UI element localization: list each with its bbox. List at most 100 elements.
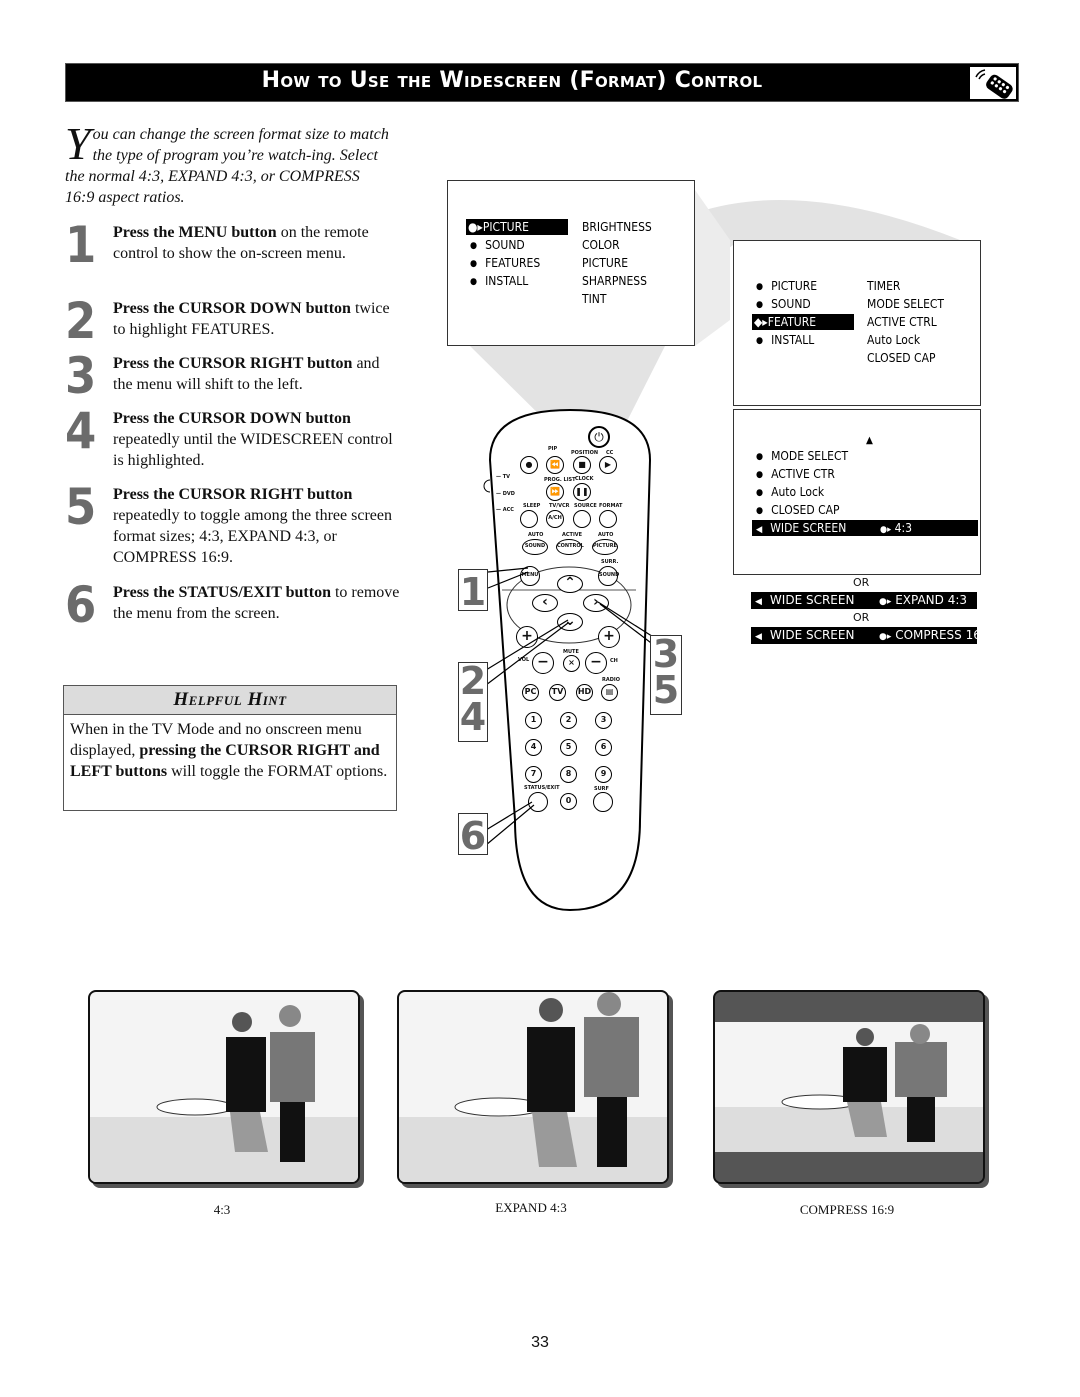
chevron-down-icon: ⌄ [564, 613, 576, 629]
widescreen-option-compress[interactable]: ◀ WIDE SCREEN ●▸ COMPRESS 16:9 [751, 627, 993, 644]
active-control-button[interactable]: CONTROL [556, 539, 584, 555]
pc-button[interactable]: PC [522, 684, 539, 701]
helpful-hint-box: Helpful Hint When in the TV Mode and no … [63, 685, 397, 811]
menu1-item[interactable]: INSTALL [470, 273, 528, 289]
menu2-item-highlighted[interactable]: ◆▸FEATURE [752, 314, 854, 330]
auto-picture-label: AUTO [598, 532, 614, 538]
record-button[interactable]: ● [520, 456, 538, 474]
fast-forward-button[interactable]: ⏩ [546, 483, 564, 501]
menu3-item[interactable]: CLOSED CAP [756, 502, 839, 518]
widescreen-label: WIDE SCREEN [770, 521, 847, 535]
cursor-up-button[interactable]: ⌃ [557, 575, 583, 593]
dvd-text: DVD [502, 491, 515, 497]
menu1-sub-item: PICTURE [582, 256, 629, 270]
surf-button[interactable] [593, 792, 613, 812]
menu3-widescreen-row[interactable]: ◀ WIDE SCREEN ●▸ 4:3 [752, 520, 978, 536]
rewind-button[interactable]: ⏪ [546, 456, 564, 474]
page-title: How to Use the Widescreen (Format) Contr… [261, 68, 763, 93]
tv-button[interactable]: TV [549, 684, 566, 701]
step-6: 6 Press the STATUS/EXIT button to remove… [65, 579, 400, 631]
play-button[interactable]: ▶ [599, 456, 617, 474]
volume-down-button[interactable]: − [532, 652, 554, 674]
ach-button[interactable]: A/CH [546, 510, 564, 528]
digit-1-button[interactable]: 1 [525, 712, 542, 729]
option-value: ●▸ COMPRESS 16:9 [879, 627, 993, 646]
menu-button[interactable]: MENU [520, 566, 540, 586]
digit-4-button[interactable]: 4 [525, 739, 542, 756]
step-number: 6 [65, 576, 97, 634]
fast-forward-icon: ⏩ [550, 487, 560, 496]
menu2-item[interactable]: INSTALL [756, 332, 814, 348]
digit-2-button[interactable]: 2 [560, 712, 577, 729]
active-control-label: ACTIVE [562, 532, 583, 538]
source-button[interactable] [573, 510, 591, 528]
step-bold: Press the CURSOR RIGHT button [113, 355, 353, 372]
menu3-item[interactable]: ACTIVE CTR [756, 466, 835, 482]
digit-6-button[interactable]: 6 [595, 739, 612, 756]
menu2-item[interactable]: PICTURE [756, 278, 817, 294]
status-exit-label: STATUS/EXIT [524, 785, 560, 791]
screen-image-expand-4-3 [397, 990, 669, 1184]
hd-button[interactable]: HD [576, 684, 593, 701]
callout-step-1: 1 [458, 569, 488, 614]
status-exit-button[interactable] [528, 792, 548, 812]
chevron-up-icon: ⌃ [564, 575, 576, 591]
cursor-right-button[interactable]: › [583, 594, 609, 612]
mute-button[interactable]: × [563, 655, 580, 672]
widescreen-label: WIDE SCREEN [769, 593, 855, 607]
auto-sound-button[interactable]: SOUND [522, 539, 548, 555]
volume-up-button[interactable]: + [516, 626, 538, 648]
menu3-item[interactable]: Auto Lock [756, 484, 824, 500]
menu1-item-highlighted[interactable]: ●▸PICTURE [466, 219, 568, 235]
digit-9-button[interactable]: 9 [595, 766, 612, 783]
menu2-item[interactable]: SOUND [756, 296, 811, 312]
plus-icon: + [521, 628, 533, 644]
widescreen-label: WIDE SCREEN [769, 628, 855, 642]
hint-body: When in the TV Mode and no onscreen menu… [64, 715, 396, 786]
surround-sound-button[interactable]: SOUND [598, 566, 619, 586]
digit-8-button[interactable]: 8 [560, 766, 577, 783]
radio-button[interactable]: ▤ [601, 684, 618, 701]
menu2-sub-item: MODE SELECT [867, 297, 945, 311]
callout-step-6: 6 [458, 813, 488, 858]
power-button[interactable]: ⏻ [588, 426, 610, 448]
step-bold: Press the CURSOR RIGHT button [113, 486, 353, 503]
digit-7-button[interactable]: 7 [525, 766, 542, 783]
tvvcr-label: TV/VCR [549, 503, 570, 509]
cursor-left-button[interactable]: ‹ [532, 594, 558, 612]
channel-up-button[interactable]: + [598, 626, 620, 648]
left-arrow-icon: ◀ [755, 597, 762, 607]
auto-picture-button[interactable]: PICTURE [592, 539, 618, 555]
page-header-bar: How to Use the Widescreen (Format) Contr… [65, 63, 1019, 102]
stop-button[interactable]: ■ [573, 456, 591, 474]
rewind-icon: ⏪ [550, 460, 560, 469]
osd-menu-widescreen: ▲ MODE SELECT ACTIVE CTR Auto Lock CLOSE… [733, 409, 981, 575]
radio-icon: ▤ [605, 687, 614, 696]
menu3-item[interactable]: MODE SELECT [756, 448, 848, 464]
menu1-item[interactable]: FEATURES [470, 255, 540, 271]
digit-3-button[interactable]: 3 [595, 712, 612, 729]
digit-5-button[interactable]: 5 [560, 739, 577, 756]
cursor-down-button[interactable]: ⌄ [557, 613, 583, 631]
menu1-item[interactable]: SOUND [470, 237, 525, 253]
channel-down-button[interactable]: − [585, 652, 607, 674]
step-5: 5 Press the CURSOR RIGHT button repeated… [65, 481, 400, 568]
scene-illustration [399, 992, 667, 1182]
format-button[interactable] [599, 510, 617, 528]
pause-button[interactable]: ❚❚ [573, 483, 591, 501]
cursor-arrow-icon: ●▸ [879, 632, 892, 642]
or-label: OR [853, 576, 870, 589]
step-number: 2 [65, 292, 97, 350]
sleep-button[interactable] [520, 510, 538, 528]
osd-menu-features: PICTURE SOUND ◆▸FEATURE INSTALL TIMER MO… [733, 240, 981, 406]
auto-sound-label: AUTO [528, 532, 544, 538]
mute-icon: × [568, 658, 575, 667]
widescreen-option-expand[interactable]: ◀ WIDE SCREEN ●▸ EXPAND 4:3 [751, 592, 977, 609]
callout-step-2-4: 24 [458, 662, 488, 742]
intro-text: ou can change the screen format size to … [65, 126, 389, 206]
digit-0-button[interactable]: 0 [560, 793, 577, 810]
step-4: 4 Press the CURSOR DOWN button repeatedl… [65, 405, 400, 471]
tv-text: TV [502, 474, 511, 480]
menu2-sub-item: Auto Lock [867, 333, 921, 347]
ch-label: CH [610, 658, 618, 664]
